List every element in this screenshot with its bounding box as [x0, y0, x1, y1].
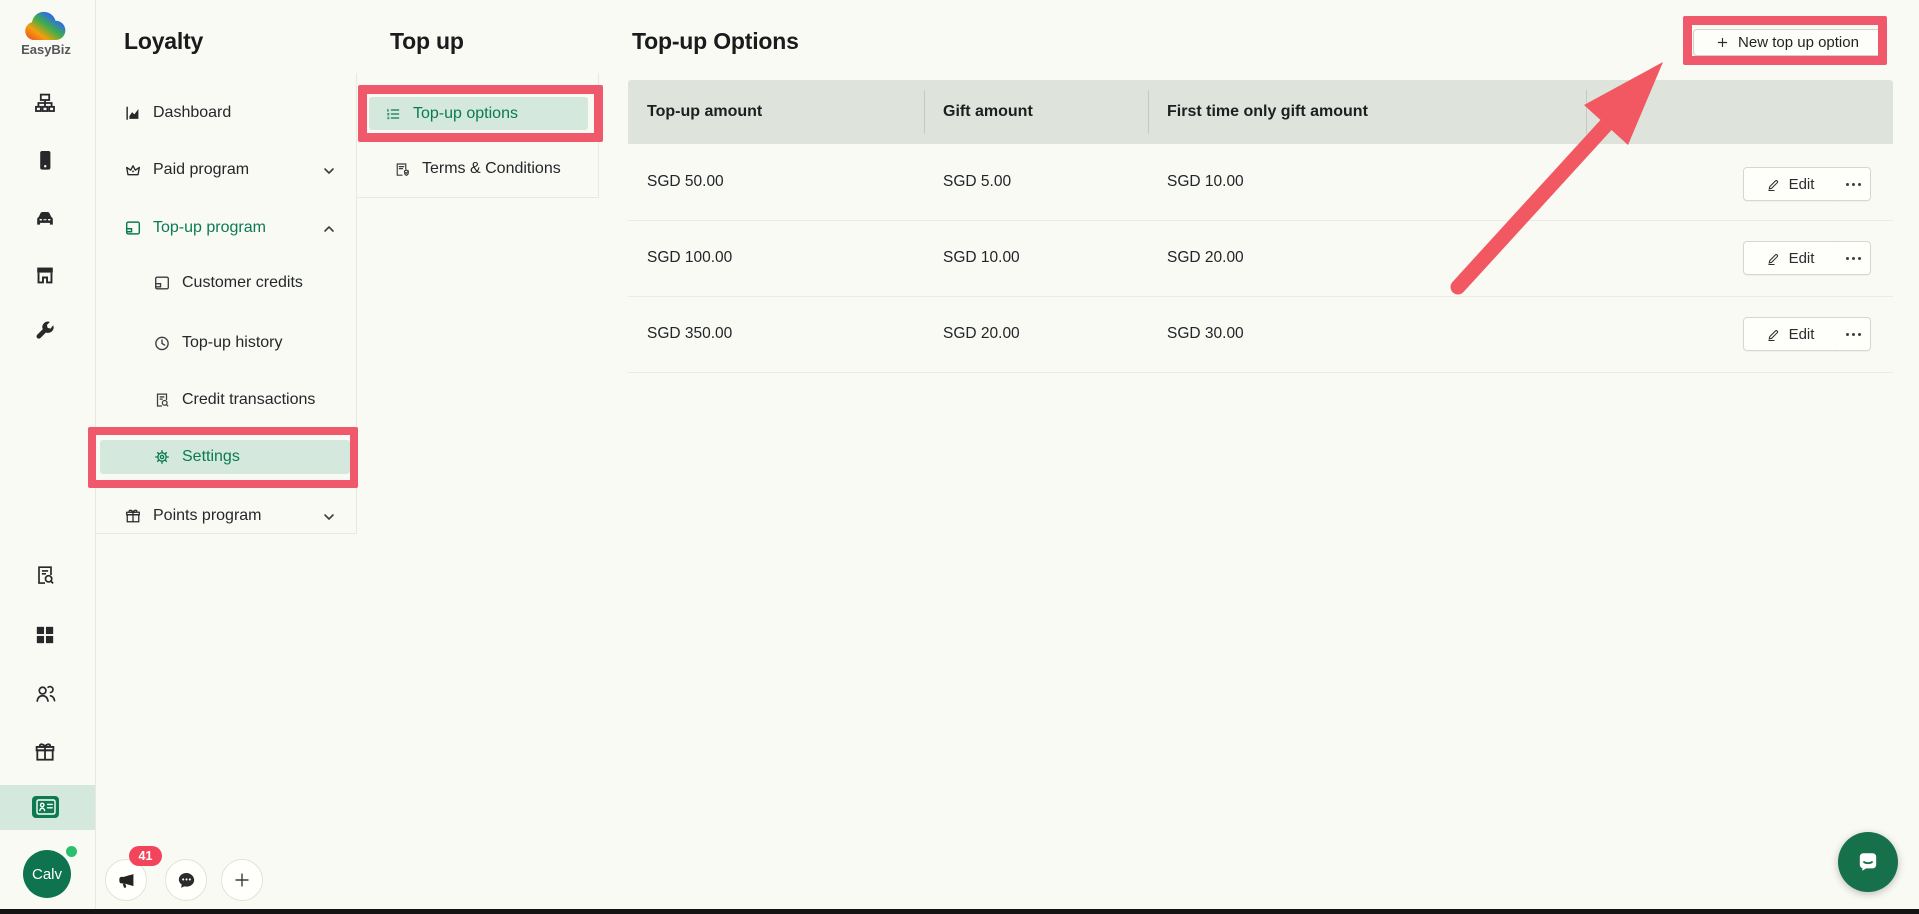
transactions-search-icon [153, 391, 171, 409]
chevron-down-icon [321, 509, 337, 525]
column-separator [924, 90, 925, 134]
column-separator [1586, 90, 1587, 134]
subnav-item-label: Terms & Conditions [422, 160, 561, 177]
annotation-arrow [1400, 30, 1720, 310]
ellipsis-icon [1845, 182, 1861, 186]
nav-item-customer-credits[interactable]: Customer credits [95, 260, 356, 306]
row-divider [628, 296, 1893, 297]
nav-item-label: Credit transactions [182, 391, 316, 408]
cell-topup-amount: SGD 50.00 [647, 173, 724, 190]
chat-launcher-button[interactable] [1838, 832, 1898, 892]
easybiz-logo-icon[interactable] [22, 9, 68, 42]
credits-card-icon [153, 274, 171, 292]
nav-item-top-up-history[interactable]: Top-up history [95, 320, 356, 366]
cell-topup-amount: SGD 100.00 [647, 249, 733, 266]
cell-first-time-gift: SGD 30.00 [1167, 325, 1244, 342]
nav-item-credit-transactions[interactable]: Credit transactions [95, 377, 356, 423]
edit-button-label: Edit [1788, 249, 1815, 267]
notification-count-badge: 41 [129, 846, 162, 866]
row-divider [628, 220, 1893, 221]
apps-grid-icon[interactable] [33, 623, 57, 647]
gift-icon[interactable] [33, 740, 57, 764]
column-header-topup-amount: Top-up amount [647, 103, 763, 120]
edit-button[interactable]: Edit [1743, 167, 1837, 201]
nav-item-paid-program[interactable]: Paid program [95, 147, 356, 193]
clock-icon [153, 334, 171, 352]
row-actions-menu-button[interactable] [1836, 241, 1871, 275]
rail-item-memberships-selected[interactable] [0, 785, 95, 830]
app-window: EasyBiz Calv 41 Loyalty Dashboard Paid p… [0, 0, 1919, 914]
row-actions-menu-button[interactable] [1836, 317, 1871, 351]
top-up-card-icon [124, 219, 142, 237]
customers-icon[interactable] [33, 681, 57, 705]
user-avatar[interactable]: Calv [23, 850, 71, 898]
user-avatar-label: Calv [31, 865, 62, 883]
nav-item-label: Top-up history [182, 334, 283, 351]
plus-icon [235, 873, 249, 887]
column-header-gift-amount: Gift amount [943, 103, 1033, 120]
cell-gift-amount: SGD 20.00 [943, 325, 1020, 342]
chevron-up-icon [321, 221, 337, 237]
page-title: Top-up Options [632, 28, 799, 54]
topup-panel-border-bottom [356, 197, 599, 198]
nav-item-label: Paid program [153, 161, 250, 178]
pencil-icon [1767, 253, 1778, 265]
crown-icon [124, 161, 142, 179]
megaphone-icon [118, 873, 133, 888]
nav-item-points-program[interactable]: Points program [95, 493, 356, 539]
chat-dots-icon [178, 872, 194, 888]
nav-item-label: Points program [153, 507, 262, 524]
org-structure-icon[interactable] [33, 91, 57, 115]
points-gift-icon [124, 507, 142, 525]
nav-item-label: Customer credits [182, 274, 303, 291]
edit-button[interactable]: Edit [1743, 317, 1837, 351]
nav-item-label: Dashboard [153, 104, 232, 121]
pencil-icon [1767, 179, 1778, 191]
cell-topup-amount: SGD 350.00 [647, 325, 733, 342]
mobile-app-icon[interactable] [33, 148, 57, 172]
add-button[interactable] [221, 859, 263, 901]
row-divider [628, 372, 1893, 373]
messages-button[interactable] [165, 859, 207, 901]
cell-gift-amount: SGD 5.00 [943, 173, 1012, 190]
window-bottom-edge [0, 909, 1919, 914]
row-actions-menu-button[interactable] [1836, 167, 1871, 201]
edit-button-label: Edit [1788, 175, 1815, 193]
brand-name: EasyBiz [21, 42, 71, 57]
terms-document-icon [393, 161, 410, 178]
membership-card-icon [32, 796, 59, 818]
ellipsis-icon [1845, 256, 1861, 260]
annotation-highlight-new-button [1683, 16, 1887, 65]
online-status-dot [64, 844, 79, 859]
subnav-item-terms-conditions[interactable]: Terms & Conditions [356, 146, 598, 192]
tools-wrench-icon[interactable] [33, 319, 57, 343]
edit-button-label: Edit [1788, 325, 1815, 343]
annotation-highlight-settings [88, 427, 358, 488]
nav-item-top-up-program[interactable]: Top-up program [95, 205, 356, 251]
cell-first-time-gift: SGD 20.00 [1167, 249, 1244, 266]
column-separator [1148, 90, 1149, 134]
nav-item-dashboard[interactable]: Dashboard [95, 90, 356, 136]
intercom-chat-icon [1859, 853, 1877, 871]
chevron-down-icon [321, 163, 337, 179]
loyalty-panel-title: Loyalty [124, 28, 204, 54]
ellipsis-icon [1845, 332, 1861, 336]
document-search-icon[interactable] [33, 563, 57, 587]
nav-item-label: Top-up program [153, 219, 266, 236]
store-icon[interactable] [33, 263, 57, 287]
edit-button[interactable]: Edit [1743, 241, 1837, 275]
column-header-first-time-gift: First time only gift amount [1167, 103, 1368, 120]
vehicle-icon[interactable] [33, 206, 57, 230]
annotation-highlight-top-up-options [358, 85, 603, 142]
cell-first-time-gift: SGD 10.00 [1167, 173, 1244, 190]
dashboard-icon [124, 104, 142, 122]
pencil-icon [1767, 329, 1778, 341]
topup-panel-title: Top up [390, 28, 464, 54]
cell-gift-amount: SGD 10.00 [943, 249, 1020, 266]
